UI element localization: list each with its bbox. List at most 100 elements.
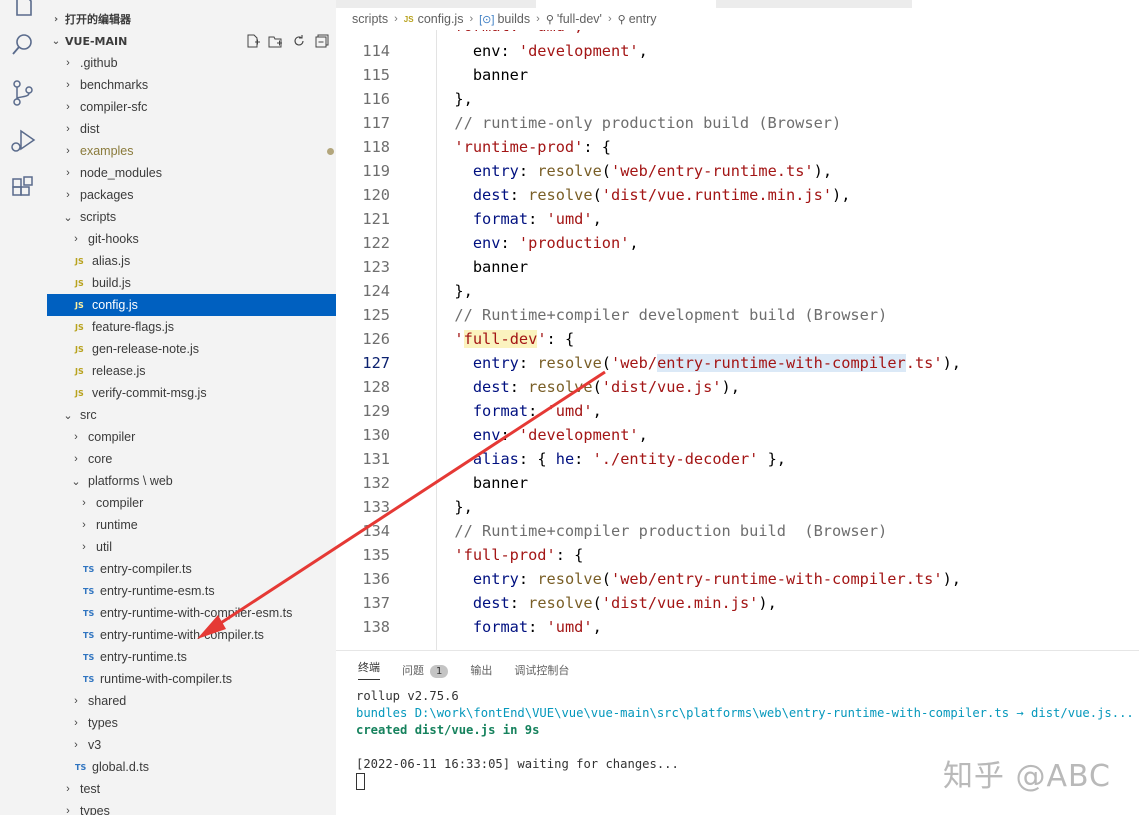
folder-item[interactable]: › types [47, 712, 336, 734]
code-line: 130 env: 'development', [336, 423, 1139, 447]
file-item[interactable]: JS build.js [47, 272, 336, 294]
folder-item[interactable]: › node_modules [47, 162, 336, 184]
folder-item[interactable]: › test [47, 778, 336, 800]
code-line: 134 // Runtime+compiler production build… [336, 519, 1139, 543]
code-text: dest: resolve('dist/vue.js'), [472, 378, 740, 396]
code-editor[interactable]: scripts › JS config.js › [⊙] builds › ⚲ … [336, 0, 1139, 650]
file-item[interactable]: JS alias.js [47, 250, 336, 272]
code-text: alias: { he: './entity-decoder' }, [472, 450, 787, 468]
tree-item-label: entry-runtime-esm.ts [100, 584, 215, 598]
tree-item-label: examples [80, 144, 134, 158]
file-item[interactable]: TS entry-compiler.ts [47, 558, 336, 580]
breadcrumb-builds[interactable]: builds [497, 12, 530, 26]
folder-item[interactable]: › git-hooks [47, 228, 336, 250]
folder-item[interactable]: ⌄ src [47, 404, 336, 426]
wrench-icon: ⚲ [545, 13, 554, 26]
code-text: env: 'development', [472, 426, 648, 444]
folder-item[interactable]: › compiler-sfc [47, 96, 336, 118]
tab-output[interactable]: 输出 [470, 662, 492, 678]
tab-debug-console[interactable]: 调试控制台 [514, 662, 569, 678]
collapse-all-icon[interactable] [313, 33, 330, 49]
ts-file-icon: TS [83, 608, 95, 618]
tree-item-label: dist [80, 122, 100, 136]
code-line: 118 'runtime-prod': { [336, 135, 1139, 159]
file-item[interactable]: JS verify-commit-msg.js [47, 382, 336, 404]
extensions-icon[interactable] [8, 174, 38, 204]
chevron-right-icon: › [82, 519, 86, 531]
problems-count-badge: 1 [430, 664, 449, 678]
tree-item-label: global.d.ts [92, 760, 149, 774]
code-line: 138 format: 'umd', [336, 615, 1139, 639]
file-item[interactable]: JS config.js [47, 294, 336, 316]
folder-item[interactable]: ⌄ scripts [47, 206, 336, 228]
run-debug-icon[interactable] [8, 126, 38, 156]
code-text: // Runtime+compiler production build (Br… [454, 522, 888, 540]
folder-item[interactable]: › shared [47, 690, 336, 712]
folder-item[interactable]: › util [47, 536, 336, 558]
js-file-icon: JS [403, 14, 414, 24]
line-number: 130 [362, 426, 390, 444]
code-text: format: 'umd', [472, 618, 602, 636]
line-number: 137 [362, 594, 390, 612]
tab-strip [336, 0, 1139, 8]
tab-terminal[interactable]: 终端 [358, 659, 380, 680]
chevron-right-icon: › [66, 101, 70, 113]
file-item[interactable]: TS entry-runtime-with-compiler-esm.ts [47, 602, 336, 624]
folder-item[interactable]: › packages [47, 184, 336, 206]
js-file-icon: JS [75, 256, 84, 266]
chevron-right-icon: › [74, 739, 78, 751]
file-item[interactable]: JS release.js [47, 360, 336, 382]
tree-item-label: types [80, 804, 110, 815]
tree-item-label: scripts [80, 210, 117, 224]
file-item[interactable]: TS entry-runtime-esm.ts [47, 580, 336, 602]
chevron-right-icon: › [66, 167, 70, 179]
breadcrumb-scripts[interactable]: scripts [352, 12, 388, 26]
tree-item-label: entry-compiler.ts [100, 562, 192, 576]
folder-item[interactable]: › types [47, 800, 336, 815]
file-item[interactable]: JS gen-release-note.js [47, 338, 336, 360]
explorer-icon[interactable] [8, 0, 38, 22]
code-line: 126 'full-dev': { [336, 327, 1139, 351]
tree-item-label: src [80, 408, 97, 422]
folder-item[interactable]: › .github [47, 52, 336, 74]
js-file-icon: JS [75, 366, 84, 376]
code-text: dest: resolve('dist/vue.min.js'), [472, 594, 777, 612]
source-control-icon[interactable] [8, 78, 38, 108]
new-file-icon[interactable] [244, 33, 261, 49]
code-line: 117 // runtime-only production build (Br… [336, 111, 1139, 135]
refresh-icon[interactable] [290, 33, 307, 49]
folder-item[interactable]: › runtime [47, 514, 336, 536]
file-item[interactable]: TS global.d.ts [47, 756, 336, 778]
folder-item[interactable]: ⌄ platforms \ web [47, 470, 336, 492]
folder-item[interactable]: › compiler [47, 426, 336, 448]
chevron-right-icon: › [74, 695, 78, 707]
folder-item[interactable]: › benchmarks [47, 74, 336, 96]
folder-item[interactable]: › compiler [47, 492, 336, 514]
tab-problems[interactable]: 问题 1 [402, 662, 449, 678]
file-item[interactable]: TS entry-runtime-with-compiler.ts [47, 624, 336, 646]
line-number: 114 [362, 42, 390, 60]
folder-item[interactable]: › v3 [47, 734, 336, 756]
modified-dot [327, 148, 334, 155]
file-item[interactable]: TS runtime-with-compiler.ts [47, 668, 336, 690]
chevron-right-icon: › [82, 541, 86, 553]
project-header[interactable]: ⌄ VUE-MAIN [47, 30, 336, 52]
chevron-down-icon: ⌄ [63, 409, 73, 422]
folder-item[interactable]: › examples [47, 140, 336, 162]
file-item[interactable]: JS feature-flags.js [47, 316, 336, 338]
search-icon[interactable] [8, 30, 38, 60]
code-line: 131 alias: { he: './entity-decoder' }, [336, 447, 1139, 471]
tree-item-label: git-hooks [88, 232, 139, 246]
folder-item[interactable]: › core [47, 448, 336, 470]
folder-item[interactable]: › dist [47, 118, 336, 140]
breadcrumb-full-dev[interactable]: 'full-dev' [557, 12, 602, 26]
line-number: 116 [362, 90, 390, 108]
code-text: env: 'production', [472, 234, 639, 252]
open-editors-header[interactable]: › 打开的编辑器 [47, 8, 336, 30]
file-item[interactable]: TS entry-runtime.ts [47, 646, 336, 668]
chevron-down-icon: ⌄ [71, 475, 81, 488]
breadcrumb-file[interactable]: config.js [418, 12, 464, 26]
new-folder-icon[interactable] [267, 33, 284, 49]
breadcrumb-entry[interactable]: entry [629, 12, 657, 26]
tree-item-label: config.js [92, 298, 138, 312]
